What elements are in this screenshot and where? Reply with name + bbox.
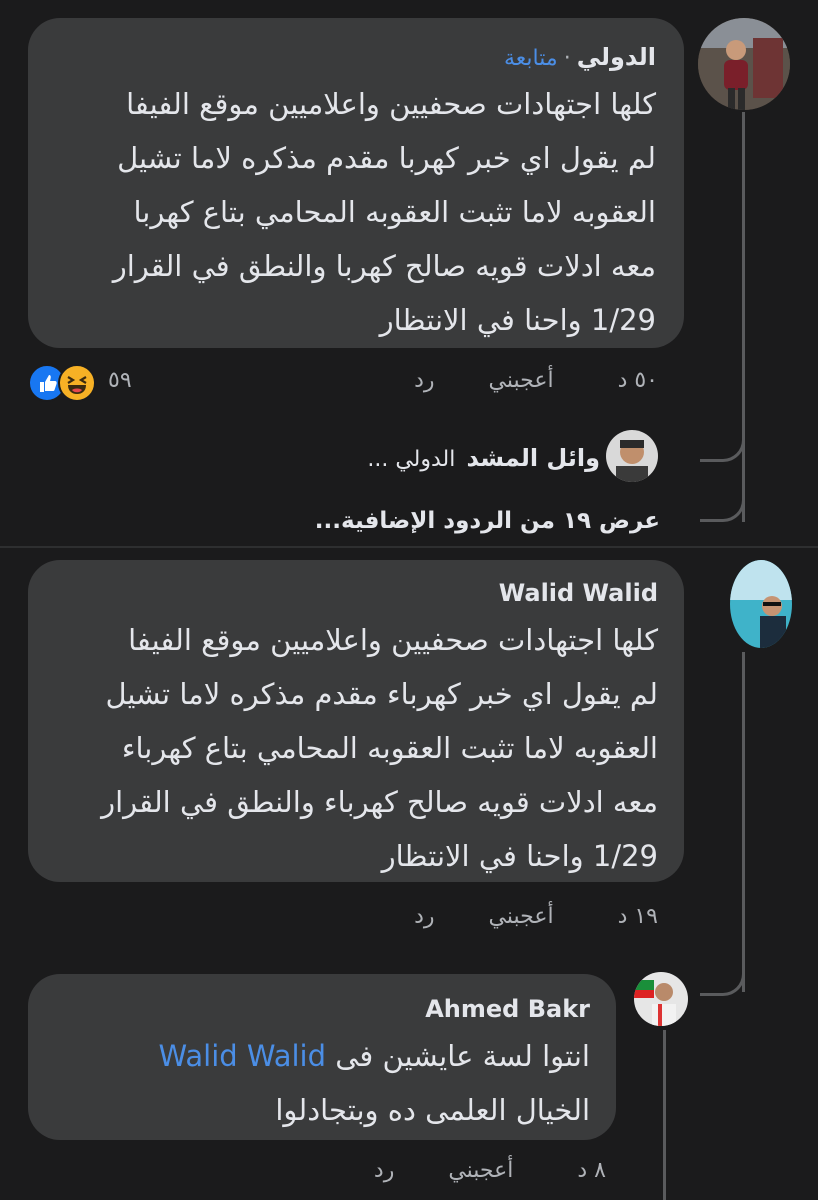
reply-snippet: الدولي ... [367,447,456,472]
comment-line: انتوا لسة عايشين فى Walid Walid [54,1029,590,1083]
reply-author: وائل المشد [466,444,600,472]
comment-time[interactable]: ١٩ د [618,904,658,929]
comment-line: كلها اجتهادات صحفيين واعلاميين موقع الفي… [126,87,656,121]
comment-author[interactable]: الدولي [577,43,656,71]
thread-connector [700,940,745,996]
like-button[interactable]: أعجبني [489,904,554,929]
reactions-summary[interactable]: ٥٩ [28,362,138,402]
reaction-count: ٥٩ [108,368,132,393]
comment-actions: ١٩ د أعجبني رد [414,904,658,929]
comment-bubble: Ahmed Bakr انتوا لسة عايشين فى Walid Wal… [28,974,616,1140]
view-more-replies[interactable]: عرض ١٩ من الردود الإضافية... [315,508,660,534]
comment-bubble: الدولي·متابعة كلها اجتهادات صحفيين واعلا… [28,18,684,348]
avatar-ahmed[interactable] [634,972,688,1026]
comment-line: العقوبه لاما تثبت العقوبه المحامي بتاع ك… [133,195,656,229]
comment-line: كلها اجتهادات صحفيين واعلاميين موقع الفي… [128,623,658,657]
thread-line [663,1030,666,1200]
avatar-aldawli[interactable] [698,18,790,110]
reply-button[interactable]: رد [414,368,434,393]
follow-link[interactable]: متابعة [504,46,558,71]
thread-line [742,112,745,522]
comment-line-text: انتوا لسة عايشين فى [335,1039,590,1073]
avatar-photo [634,972,688,1026]
comment-text: كلها اجتهادات صحفيين واعلاميين موقع الفي… [54,613,658,883]
comment-time[interactable]: ٥٠ د [618,368,658,393]
comment-line: الخيال العلمى ده وبتجادلوا [275,1093,590,1127]
avatar-wael[interactable] [606,430,658,482]
reply-button[interactable]: رد [374,1158,394,1183]
comment-line: لم يقول اي خبر كهربا مقدم مذكره لاما تشي… [117,141,656,175]
comment-author[interactable]: Ahmed Bakr [425,995,590,1023]
avatar-photo [730,560,792,648]
comment-header: Ahmed Bakr [54,992,590,1029]
separator-dot: · [563,46,571,71]
avatar-photo [606,430,658,482]
reply-preview[interactable]: وائل المشد الدولي ... [367,444,600,472]
like-button[interactable]: أعجبني [448,1158,513,1183]
comment-line: العقوبه لاما تثبت العقوبه المحامي بتاع ك… [121,731,658,765]
thread-connector [700,470,745,522]
comment-text: كلها اجتهادات صحفيين واعلاميين موقع الفي… [56,77,656,347]
comment-line: معه ادلات قويه صالح كهرباء والنطق في الق… [101,785,658,819]
comment-actions: ٥٠ د أعجبني رد [414,368,658,393]
comment-line: 1/29 واحنا في الانتظار [379,303,656,337]
avatar-walid[interactable] [730,560,792,648]
comment-line: لم يقول اي خبر كهرباء مقدم مذكره لاما تش… [105,677,658,711]
reply-button[interactable]: رد [414,904,434,929]
mention-link[interactable]: Walid Walid [159,1039,326,1073]
like-button[interactable]: أعجبني [489,368,554,393]
comment-bubble: Walid Walid كلها اجتهادات صحفيين واعلامي… [28,560,684,882]
thread-connector [700,400,745,462]
divider [0,546,818,548]
comment-header: الدولي·متابعة [56,40,656,77]
comment-text: انتوا لسة عايشين فى Walid Walid الخيال ا… [54,1029,590,1137]
comment-actions: ٨ د أعجبني رد [374,1158,606,1183]
comment-line: 1/29 واحنا في الانتظار [381,839,658,873]
avatar-photo [698,18,790,110]
comment-line: معه ادلات قويه صالح كهربا والنطق في القر… [112,249,656,283]
comment-author[interactable]: Walid Walid [499,579,658,607]
haha-reaction-icon [58,364,96,402]
comment-time[interactable]: ٨ د [577,1158,606,1183]
comment-header: Walid Walid [54,576,658,613]
